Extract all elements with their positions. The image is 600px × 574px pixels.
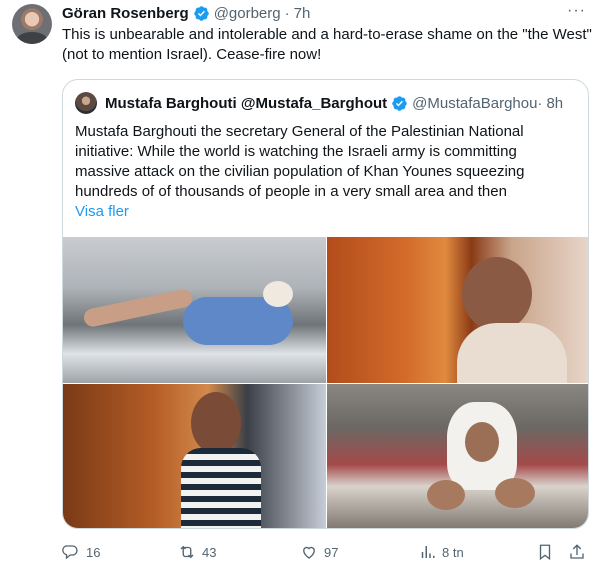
bookmark-button[interactable] — [536, 541, 554, 563]
quoted-tweet[interactable]: Mustafa Barghouti @Mustafa_Barghout @Mus… — [62, 79, 589, 529]
author-handle[interactable]: @gorberg — [214, 5, 281, 22]
reply-icon — [62, 545, 78, 560]
tweet-time[interactable]: 7h — [294, 5, 311, 22]
views-icon — [421, 546, 435, 558]
bookmark-icon — [539, 544, 551, 561]
like-button[interactable]: 97 — [300, 541, 338, 563]
media-grid — [63, 237, 588, 528]
tweet[interactable]: Göran Rosenberg @gorberg · 7h ··· This i… — [0, 0, 600, 574]
more-icon[interactable]: ··· — [567, 2, 586, 20]
share-icon — [570, 544, 584, 559]
reply-count: 16 — [86, 544, 101, 560]
retweet-button[interactable]: 43 — [178, 541, 216, 563]
media-photo-2[interactable] — [327, 237, 588, 383]
retweet-count: 43 — [202, 544, 217, 560]
quoted-tweet-time[interactable]: 8h — [546, 95, 563, 112]
quoted-tweet-body: Mustafa Barghouti the secretary General … — [75, 123, 525, 200]
author-avatar[interactable] — [12, 4, 52, 44]
separator-dot: · — [284, 4, 290, 22]
quoted-tweet-text: Mustafa Barghouti the secretary General … — [75, 122, 575, 222]
verified-badge-icon — [392, 95, 407, 111]
like-count: 97 — [324, 544, 339, 560]
media-photo-4[interactable] — [327, 384, 588, 528]
show-more-link[interactable]: Visa fler — [75, 202, 575, 222]
like-icon — [303, 546, 315, 559]
reply-button[interactable]: 16 — [62, 541, 100, 563]
verified-badge-icon — [193, 5, 209, 21]
views-count: 8 tn — [442, 544, 464, 560]
quoted-author-name[interactable]: Mustafa Barghouti @Mustafa_Barghout — [105, 95, 387, 112]
views-button[interactable]: 8 tn — [418, 541, 464, 563]
media-photo-1[interactable] — [63, 237, 326, 383]
tweet-actions: 16 43 97 8 tn — [62, 541, 592, 563]
quoted-author-handle[interactable]: @MustafaBarghou· — [412, 95, 542, 112]
media-photo-3[interactable] — [63, 384, 326, 528]
author-name[interactable]: Göran Rosenberg — [62, 5, 189, 22]
retweet-icon — [180, 545, 194, 559]
tweet-text: This is unbearable and intolerable and a… — [62, 26, 592, 63]
quoted-author-avatar[interactable] — [75, 92, 97, 114]
quoted-tweet-header: Mustafa Barghouti @Mustafa_Barghout @Mus… — [75, 92, 576, 114]
tweet-header: Göran Rosenberg @gorberg · 7h — [62, 3, 588, 23]
share-button[interactable] — [568, 541, 586, 563]
